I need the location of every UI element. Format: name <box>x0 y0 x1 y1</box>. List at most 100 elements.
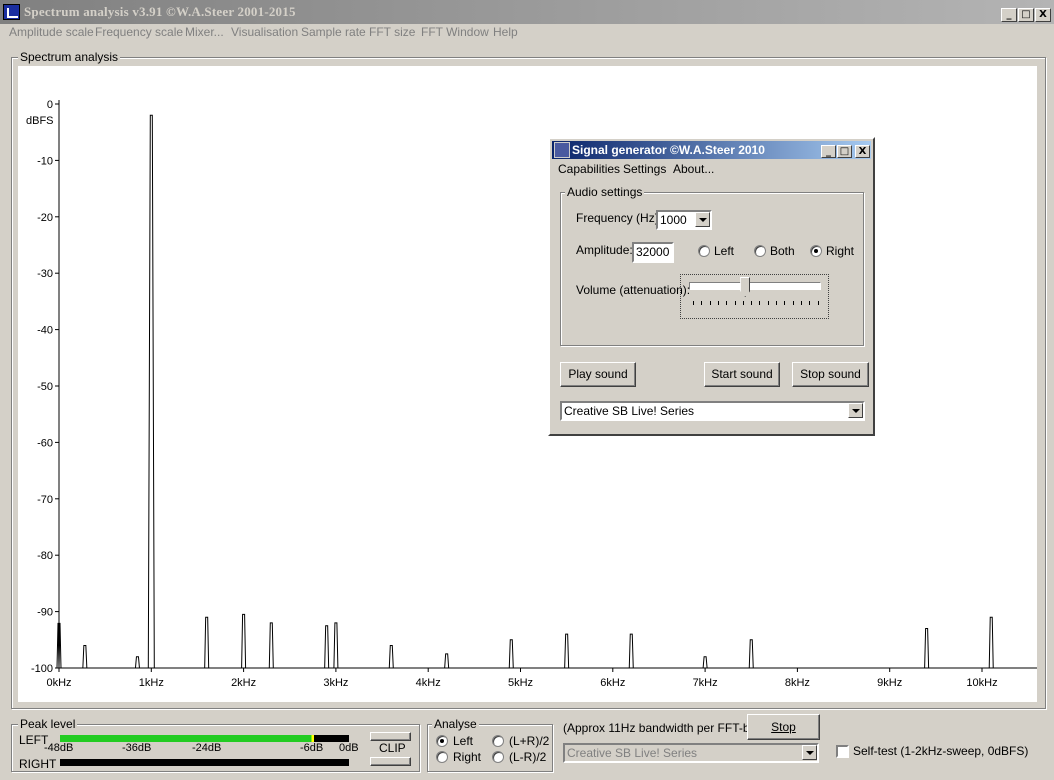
y-tick-label: -10 <box>37 155 53 167</box>
bandwidth-note: (Approx 11Hz bandwidth per FFT-bin) <box>563 721 763 735</box>
y-tick-label: -30 <box>37 268 53 280</box>
slider-tick <box>776 301 777 305</box>
dialog-maximize-button[interactable]: □ <box>837 145 852 158</box>
radio-left-label: Left <box>714 244 735 258</box>
menu-frequency-scale[interactable]: Frequency scale <box>95 25 183 39</box>
slider-tick <box>759 301 761 305</box>
scale-label: 0dB <box>339 742 359 754</box>
slider-tick <box>734 301 736 305</box>
right-level-meter <box>60 759 349 766</box>
dialog-title-bar: Signal generator ©W.A.Steer 2010 _ □ X <box>552 141 871 159</box>
stop-button[interactable]: Stop <box>747 714 820 740</box>
scale-label: -36dB <box>122 742 152 754</box>
x-tick-label: 5kHz <box>508 677 533 689</box>
amplitude-label: Amplitude: <box>576 243 633 257</box>
analyse-right-label: Right <box>453 750 482 764</box>
analyse-group: Analyse <box>427 717 553 772</box>
input-device-select[interactable]: Creative SB Live! Series <box>563 743 819 763</box>
menu-capabilities[interactable]: Capabilities <box>558 162 620 176</box>
slider-tick <box>784 301 786 305</box>
radio-right-label: Right <box>826 244 855 258</box>
y-tick-label: -70 <box>37 494 53 506</box>
menu-about[interactable]: About... <box>673 162 714 176</box>
volume-label: Volume (attenuation): <box>576 283 691 297</box>
radio-right[interactable] <box>810 245 822 257</box>
radio-left[interactable] <box>698 245 710 257</box>
scale-label: -6dB <box>300 742 324 754</box>
menu-fft-size[interactable]: FFT size <box>369 25 415 39</box>
self-test-label: Self-test (1-2kHz-sweep, 0dBFS) <box>853 744 1029 758</box>
radio-both[interactable] <box>754 245 766 257</box>
left-level-fill <box>60 735 315 742</box>
volume-slider[interactable] <box>680 274 829 319</box>
analyse-sum-label: (L+R)/2 <box>509 734 550 748</box>
slider-tick <box>693 301 694 305</box>
slider-tick <box>767 301 769 305</box>
analyse-diff-radio[interactable] <box>492 751 504 763</box>
self-test-checkbox[interactable] <box>836 745 849 758</box>
menu-help[interactable]: Help <box>493 25 518 39</box>
analyse-diff-label: (L-R)/2 <box>509 750 547 764</box>
y-tick-label: -20 <box>37 212 53 224</box>
y-tick-label: -100 <box>31 663 53 675</box>
menu-bar: Amplitude scale Frequency scale Mixer...… <box>0 24 1054 44</box>
minimize-button[interactable]: _ <box>1001 8 1017 22</box>
amplitude-input[interactable]: 32000 <box>632 242 674 263</box>
app-icon <box>3 4 20 20</box>
chevron-down-icon[interactable] <box>848 403 863 418</box>
x-tick-label: 0kHz <box>46 677 71 689</box>
y-unit-label: dBFS <box>26 115 54 127</box>
meter-scale: -48dB -36dB -24dB -6dB 0dB <box>40 742 370 756</box>
slider-ticks <box>693 301 819 306</box>
frequency-label: Frequency (Hz): <box>576 211 663 225</box>
chevron-down-icon[interactable] <box>802 745 817 760</box>
scale-label: -48dB <box>44 742 74 754</box>
slider-tick <box>800 301 802 305</box>
output-device-select[interactable]: Creative SB Live! Series <box>560 401 865 421</box>
spectrum-plot: 0 -10 -20 -30 -40 -50 -60 -70 -80 -90 -100 dBFS 0kHz… <box>18 66 1037 702</box>
slider-tick <box>701 301 703 305</box>
slider-track <box>689 282 821 290</box>
clip-indicator-top <box>370 732 411 741</box>
radio-both-label: Both <box>770 244 795 258</box>
dialog-minimize-button[interactable]: _ <box>821 145 836 158</box>
analyse-right-radio[interactable] <box>436 751 448 763</box>
close-button[interactable]: X <box>1035 8 1051 22</box>
slider-thumb[interactable] <box>740 277 751 297</box>
slider-tick <box>751 301 753 305</box>
frequency-value: 1000 <box>660 213 687 227</box>
maximize-button[interactable]: □ <box>1018 8 1034 22</box>
y-tick-label: 0 <box>47 99 53 111</box>
menu-visualisation[interactable]: Visualisation <box>231 25 298 39</box>
clip-label: CLIP <box>379 741 406 755</box>
analyse-left-radio[interactable] <box>436 735 448 747</box>
slider-tick <box>792 301 794 305</box>
slider-tick <box>709 301 711 305</box>
slider-tick <box>742 301 744 305</box>
spectrum-trace <box>56 114 1037 669</box>
slider-tick <box>717 301 719 305</box>
start-sound-button[interactable]: Start sound <box>704 362 780 387</box>
frequency-combo[interactable]: 1000 <box>656 210 712 230</box>
signal-generator-icon <box>554 142 570 158</box>
x-tick-label: 1kHz <box>139 677 164 689</box>
dialog-title: Signal generator ©W.A.Steer 2010 <box>572 143 765 157</box>
y-tick-label: -50 <box>37 381 53 393</box>
slider-tick <box>817 301 819 305</box>
menu-fft-window[interactable]: FFT Window <box>421 25 489 39</box>
y-tick-label: -40 <box>37 325 53 337</box>
x-tick-label: 3kHz <box>323 677 348 689</box>
analyse-sum-radio[interactable] <box>492 735 504 747</box>
play-sound-button[interactable]: Play sound <box>560 362 636 387</box>
clip-indicator-bottom <box>370 757 411 766</box>
chevron-down-icon[interactable] <box>695 212 710 227</box>
menu-sample-rate[interactable]: Sample rate <box>301 25 366 39</box>
stop-sound-button[interactable]: Stop sound <box>792 362 869 387</box>
menu-mixer[interactable]: Mixer... <box>185 25 224 39</box>
menu-settings[interactable]: Settings <box>623 162 666 176</box>
signal-generator-dialog: Signal generator ©W.A.Steer 2010 _ □ X Cap… <box>548 137 875 436</box>
menu-amplitude-scale[interactable]: Amplitude scale <box>9 25 94 39</box>
window-title: Spectrum analysis v3.91 ©W.A.Steer 2001-… <box>24 4 296 19</box>
left-level-meter <box>60 735 349 742</box>
dialog-close-button[interactable]: X <box>855 145 870 158</box>
